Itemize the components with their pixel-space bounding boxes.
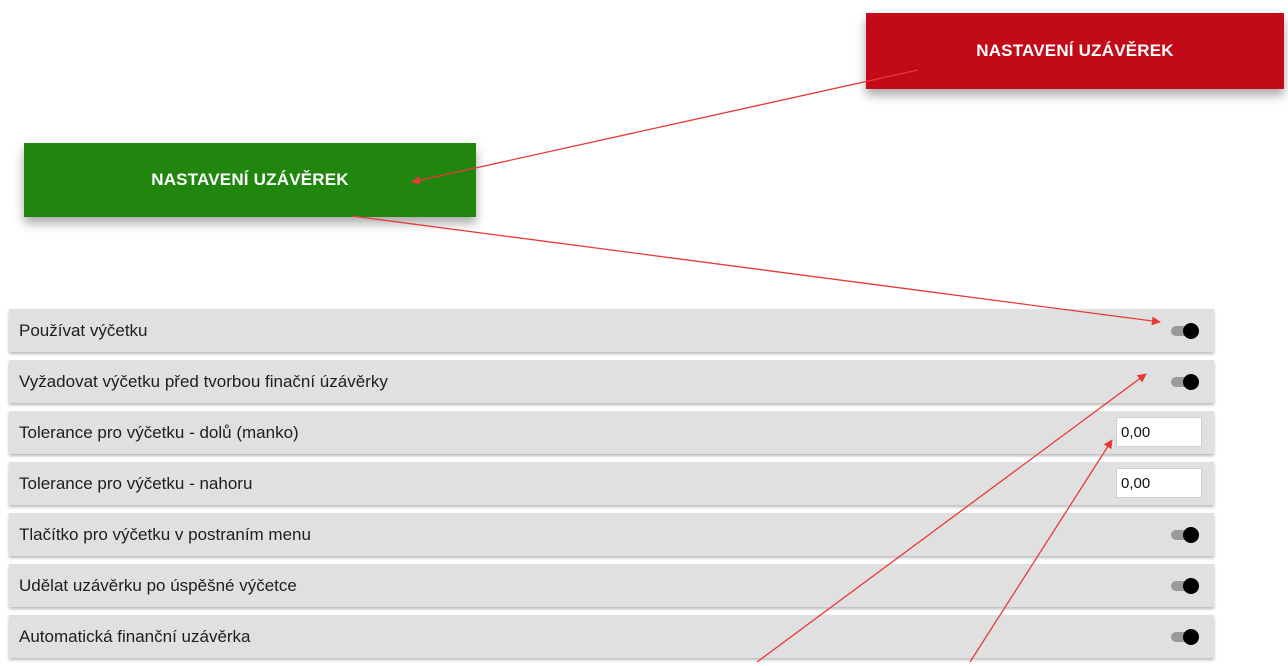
- automaticka-uzaverka-toggle[interactable]: [1171, 629, 1199, 645]
- setting-row-vyzadovat-vycetku: Vyžadovat výčetku před tvorbou finační ú…: [9, 360, 1214, 403]
- nastaveni-uzaverek-label-green: NASTAVENÍ UZÁVĚREK: [151, 170, 349, 189]
- toggle-knob: [1183, 527, 1199, 543]
- nastaveni-uzaverek-label-red: NASTAVENÍ UZÁVĚREK: [976, 41, 1174, 60]
- pouzivat-vycetku-toggle[interactable]: [1171, 323, 1199, 339]
- toggle-knob: [1183, 374, 1199, 390]
- setting-row-udelat-uzaverku: Udělat uzávěrku po úspěšné výčetce: [9, 564, 1214, 607]
- nastaveni-uzaverek-button-red[interactable]: NASTAVENÍ UZÁVĚREK: [866, 13, 1284, 89]
- setting-row-automaticka-uzaverka: Automatická finanční uzávěrka: [9, 615, 1214, 658]
- tlacitko-menu-toggle[interactable]: [1171, 527, 1199, 543]
- tolerance-nahoru-input[interactable]: [1116, 468, 1202, 498]
- setting-label: Tolerance pro výčetku - dolů (manko): [19, 422, 299, 442]
- setting-label: Udělat uzávěrku po úspěšné výčetce: [19, 575, 297, 595]
- setting-label: Tolerance pro výčetku - nahoru: [19, 473, 253, 493]
- vyzadovat-vycetku-toggle[interactable]: [1171, 374, 1199, 390]
- setting-row-tolerance-nahoru: Tolerance pro výčetku - nahoru: [9, 462, 1214, 505]
- toggle-knob: [1183, 578, 1199, 594]
- setting-row-pouzivat-vycetku: Používat výčetku: [9, 309, 1214, 352]
- setting-row-tlacitko-menu: Tlačítko pro výčetku v postraním menu: [9, 513, 1214, 556]
- annotation-arrow: [411, 69, 919, 185]
- toggle-knob: [1183, 629, 1199, 645]
- annotation-arrow: [351, 215, 1161, 326]
- setting-label: Používat výčetku: [19, 320, 148, 340]
- settings-list: Používat výčetku Vyžadovat výčetku před …: [9, 309, 1214, 666]
- toggle-knob: [1183, 323, 1199, 339]
- udelat-uzaverku-toggle[interactable]: [1171, 578, 1199, 594]
- setting-label: Automatická finanční uzávěrka: [19, 626, 251, 646]
- nastaveni-uzaverek-button-green[interactable]: NASTAVENÍ UZÁVĚREK: [24, 143, 476, 217]
- setting-row-tolerance-dolu: Tolerance pro výčetku - dolů (manko): [9, 411, 1214, 454]
- setting-label: Tlačítko pro výčetku v postraním menu: [19, 524, 311, 544]
- tolerance-dolu-input[interactable]: [1116, 417, 1202, 447]
- setting-label: Vyžadovat výčetku před tvorbou finační ú…: [19, 371, 388, 391]
